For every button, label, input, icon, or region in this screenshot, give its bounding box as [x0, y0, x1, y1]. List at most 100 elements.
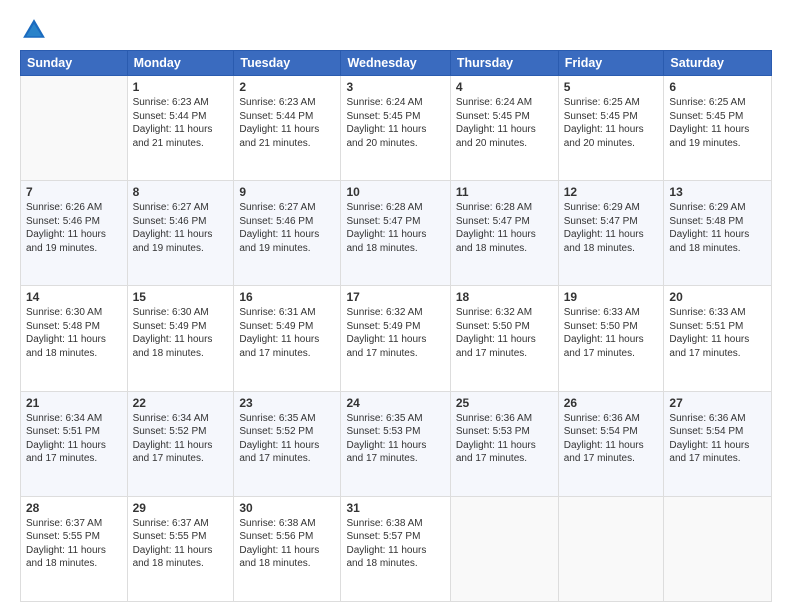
day-number: 18: [456, 290, 553, 304]
day-number: 21: [26, 396, 122, 410]
day-cell: 21 Sunrise: 6:34 AMSunset: 5:51 PMDayligh…: [21, 391, 128, 496]
weekday-header-row: SundayMondayTuesdayWednesdayThursdayFrid…: [21, 51, 772, 76]
day-info: Sunrise: 6:23 AMSunset: 5:44 PMDaylight:…: [133, 96, 229, 150]
day-info: Sunrise: 6:32 AMSunset: 5:49 PMDaylight:…: [346, 306, 444, 360]
day-cell: 31 Sunrise: 6:38 AMSunset: 5:57 PMDayligh…: [341, 496, 450, 601]
day-number: 23: [239, 396, 335, 410]
weekday-tuesday: Tuesday: [234, 51, 341, 76]
day-cell: 6 Sunrise: 6:25 AMSunset: 5:45 PMDaylight…: [664, 76, 772, 181]
day-info: Sunrise: 6:38 AMSunset: 5:57 PMDaylight:…: [346, 517, 444, 571]
day-cell: 12Sunrise: 6:29 AMSunset: 5:47 PMDayligh…: [558, 181, 664, 286]
day-info: Sunrise: 6:27 AMSunset: 5:46 PMDaylight:…: [239, 201, 335, 255]
day-info: Sunrise: 6:28 AMSunset: 5:47 PMDaylight:…: [456, 201, 553, 255]
logo: [20, 16, 52, 44]
day-info: Sunrise: 6:24 AMSunset: 5:45 PMDaylight:…: [456, 96, 553, 150]
day-cell: [558, 496, 664, 601]
day-number: 4: [456, 80, 553, 94]
day-cell: 28 Sunrise: 6:37 AMSunset: 5:55 PMDayligh…: [21, 496, 128, 601]
weekday-saturday: Saturday: [664, 51, 772, 76]
day-info: Sunrise: 6:23 AMSunset: 5:44 PMDaylight:…: [239, 96, 335, 150]
day-number: 29: [133, 501, 229, 515]
day-info: Sunrise: 6:30 AMSunset: 5:49 PMDaylight:…: [133, 306, 229, 360]
day-info: Sunrise: 6:33 AMSunset: 5:50 PMDaylight:…: [564, 306, 659, 360]
day-number: 20: [669, 290, 766, 304]
day-number: 17: [346, 290, 444, 304]
week-row-4: 28 Sunrise: 6:37 AMSunset: 5:55 PMDayligh…: [21, 496, 772, 601]
day-number: 16: [239, 290, 335, 304]
calendar: SundayMondayTuesdayWednesdayThursdayFrid…: [20, 50, 772, 602]
day-number: 31: [346, 501, 444, 515]
day-cell: [21, 76, 128, 181]
day-info: Sunrise: 6:24 AMSunset: 5:45 PMDaylight:…: [346, 96, 444, 150]
day-cell: 3Sunrise: 6:24 AMSunset: 5:45 PMDaylight…: [341, 76, 450, 181]
day-info: Sunrise: 6:35 AMSunset: 5:52 PMDaylight:…: [239, 412, 335, 466]
day-cell: 17 Sunrise: 6:32 AMSunset: 5:49 PMDayligh…: [341, 286, 450, 391]
day-number: 28: [26, 501, 122, 515]
day-cell: 2 Sunrise: 6:23 AMSunset: 5:44 PMDaylight…: [234, 76, 341, 181]
day-cell: 30 Sunrise: 6:38 AMSunset: 5:56 PMDayligh…: [234, 496, 341, 601]
day-info: Sunrise: 6:37 AMSunset: 5:55 PMDaylight:…: [26, 517, 122, 571]
day-info: Sunrise: 6:25 AMSunset: 5:45 PMDaylight:…: [669, 96, 766, 150]
day-number: 7: [26, 185, 122, 199]
week-row-2: 14Sunrise: 6:30 AMSunset: 5:48 PMDayligh…: [21, 286, 772, 391]
day-number: 2: [239, 80, 335, 94]
weekday-friday: Friday: [558, 51, 664, 76]
day-number: 27: [669, 396, 766, 410]
day-info: Sunrise: 6:26 AMSunset: 5:46 PMDaylight:…: [26, 201, 122, 255]
day-number: 8: [133, 185, 229, 199]
day-info: Sunrise: 6:34 AMSunset: 5:52 PMDaylight:…: [133, 412, 229, 466]
logo-icon: [20, 16, 48, 44]
header: [20, 16, 772, 44]
day-number: 10: [346, 185, 444, 199]
day-cell: 15Sunrise: 6:30 AMSunset: 5:49 PMDayligh…: [127, 286, 234, 391]
week-row-0: 1Sunrise: 6:23 AMSunset: 5:44 PMDaylight…: [21, 76, 772, 181]
day-cell: 20 Sunrise: 6:33 AMSunset: 5:51 PMDayligh…: [664, 286, 772, 391]
day-cell: [664, 496, 772, 601]
day-cell: 10 Sunrise: 6:28 AMSunset: 5:47 PMDayligh…: [341, 181, 450, 286]
day-cell: 22 Sunrise: 6:34 AMSunset: 5:52 PMDayligh…: [127, 391, 234, 496]
calendar-table: SundayMondayTuesdayWednesdayThursdayFrid…: [20, 50, 772, 602]
day-cell: 25 Sunrise: 6:36 AMSunset: 5:53 PMDayligh…: [450, 391, 558, 496]
day-cell: 7 Sunrise: 6:26 AMSunset: 5:46 PMDaylight…: [21, 181, 128, 286]
day-number: 13: [669, 185, 766, 199]
day-cell: 16Sunrise: 6:31 AMSunset: 5:49 PMDayligh…: [234, 286, 341, 391]
day-number: 26: [564, 396, 659, 410]
day-cell: 18 Sunrise: 6:32 AMSunset: 5:50 PMDayligh…: [450, 286, 558, 391]
day-cell: 11 Sunrise: 6:28 AMSunset: 5:47 PMDayligh…: [450, 181, 558, 286]
day-info: Sunrise: 6:37 AMSunset: 5:55 PMDaylight:…: [133, 517, 229, 571]
day-number: 30: [239, 501, 335, 515]
day-number: 25: [456, 396, 553, 410]
week-row-1: 7 Sunrise: 6:26 AMSunset: 5:46 PMDaylight…: [21, 181, 772, 286]
day-number: 24: [346, 396, 444, 410]
page: SundayMondayTuesdayWednesdayThursdayFrid…: [0, 0, 792, 612]
day-info: Sunrise: 6:28 AMSunset: 5:47 PMDaylight:…: [346, 201, 444, 255]
weekday-wednesday: Wednesday: [341, 51, 450, 76]
day-info: Sunrise: 6:25 AMSunset: 5:45 PMDaylight:…: [564, 96, 659, 150]
day-cell: 29 Sunrise: 6:37 AMSunset: 5:55 PMDayligh…: [127, 496, 234, 601]
day-number: 11: [456, 185, 553, 199]
day-cell: 5Sunrise: 6:25 AMSunset: 5:45 PMDaylight…: [558, 76, 664, 181]
day-number: 9: [239, 185, 335, 199]
day-info: Sunrise: 6:38 AMSunset: 5:56 PMDaylight:…: [239, 517, 335, 571]
day-info: Sunrise: 6:27 AMSunset: 5:46 PMDaylight:…: [133, 201, 229, 255]
day-info: Sunrise: 6:36 AMSunset: 5:54 PMDaylight:…: [669, 412, 766, 466]
day-cell: 13 Sunrise: 6:29 AMSunset: 5:48 PMDayligh…: [664, 181, 772, 286]
day-number: 22: [133, 396, 229, 410]
day-info: Sunrise: 6:33 AMSunset: 5:51 PMDaylight:…: [669, 306, 766, 360]
week-row-3: 21 Sunrise: 6:34 AMSunset: 5:51 PMDayligh…: [21, 391, 772, 496]
day-info: Sunrise: 6:29 AMSunset: 5:48 PMDaylight:…: [669, 201, 766, 255]
day-info: Sunrise: 6:36 AMSunset: 5:54 PMDaylight:…: [564, 412, 659, 466]
day-cell: 8 Sunrise: 6:27 AMSunset: 5:46 PMDaylight…: [127, 181, 234, 286]
day-cell: 19 Sunrise: 6:33 AMSunset: 5:50 PMDayligh…: [558, 286, 664, 391]
day-cell: 26 Sunrise: 6:36 AMSunset: 5:54 PMDayligh…: [558, 391, 664, 496]
day-info: Sunrise: 6:34 AMSunset: 5:51 PMDaylight:…: [26, 412, 122, 466]
day-info: Sunrise: 6:32 AMSunset: 5:50 PMDaylight:…: [456, 306, 553, 360]
day-cell: [450, 496, 558, 601]
day-number: 6: [669, 80, 766, 94]
day-cell: 4 Sunrise: 6:24 AMSunset: 5:45 PMDaylight…: [450, 76, 558, 181]
day-cell: 27 Sunrise: 6:36 AMSunset: 5:54 PMDayligh…: [664, 391, 772, 496]
day-cell: 24Sunrise: 6:35 AMSunset: 5:53 PMDayligh…: [341, 391, 450, 496]
day-number: 19: [564, 290, 659, 304]
weekday-thursday: Thursday: [450, 51, 558, 76]
day-info: Sunrise: 6:36 AMSunset: 5:53 PMDaylight:…: [456, 412, 553, 466]
